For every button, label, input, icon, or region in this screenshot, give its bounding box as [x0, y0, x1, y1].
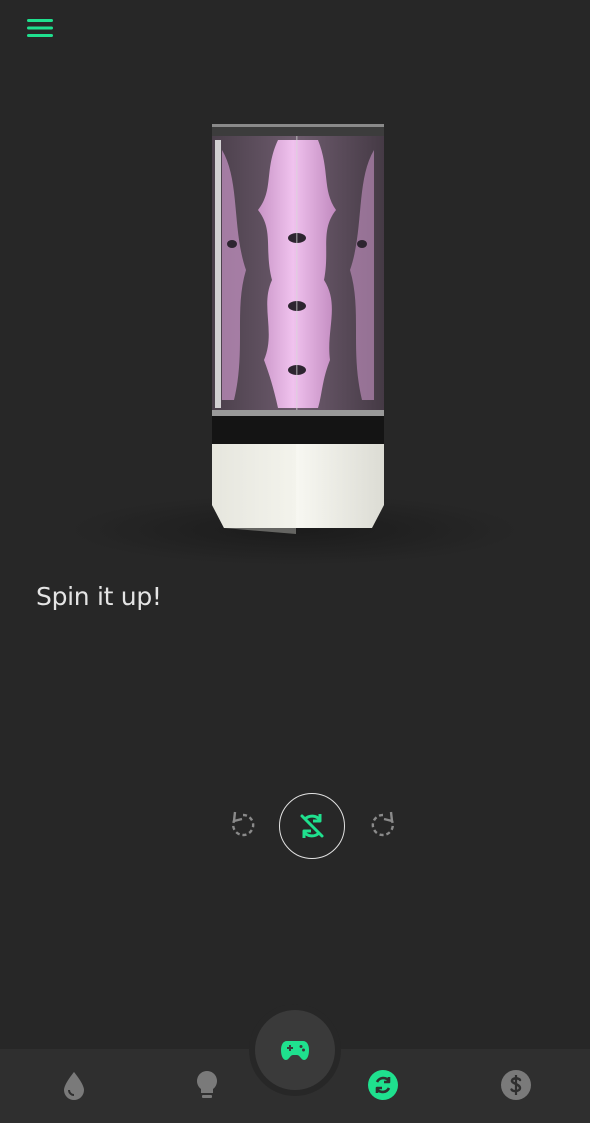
game-mode-button[interactable]	[255, 1010, 335, 1090]
rotate-left-button[interactable]	[226, 808, 260, 842]
gamepad-icon	[281, 1041, 309, 1060]
page-title: Spin it up!	[36, 582, 162, 611]
auto-spin-toggle-button[interactable]	[279, 793, 345, 859]
nav-pricing-button[interactable]	[498, 1067, 534, 1103]
sync-icon	[368, 1070, 398, 1100]
rotate-right-button[interactable]	[366, 808, 400, 842]
spin-controls	[0, 790, 590, 862]
water-drop-icon	[64, 1072, 84, 1100]
dollar-icon	[501, 1070, 531, 1100]
lightbulb-icon	[197, 1071, 217, 1098]
rotate-right-icon	[371, 811, 394, 837]
hamburger-menu-icon	[27, 19, 53, 37]
tower-render	[60, 110, 530, 570]
nav-light-button[interactable]	[189, 1067, 225, 1103]
rotate-left-icon	[232, 811, 255, 837]
menu-button[interactable]	[24, 16, 56, 40]
nav-spin-button[interactable]	[365, 1067, 401, 1103]
nav-water-button[interactable]	[56, 1067, 92, 1103]
sync-disabled-icon	[300, 814, 324, 838]
